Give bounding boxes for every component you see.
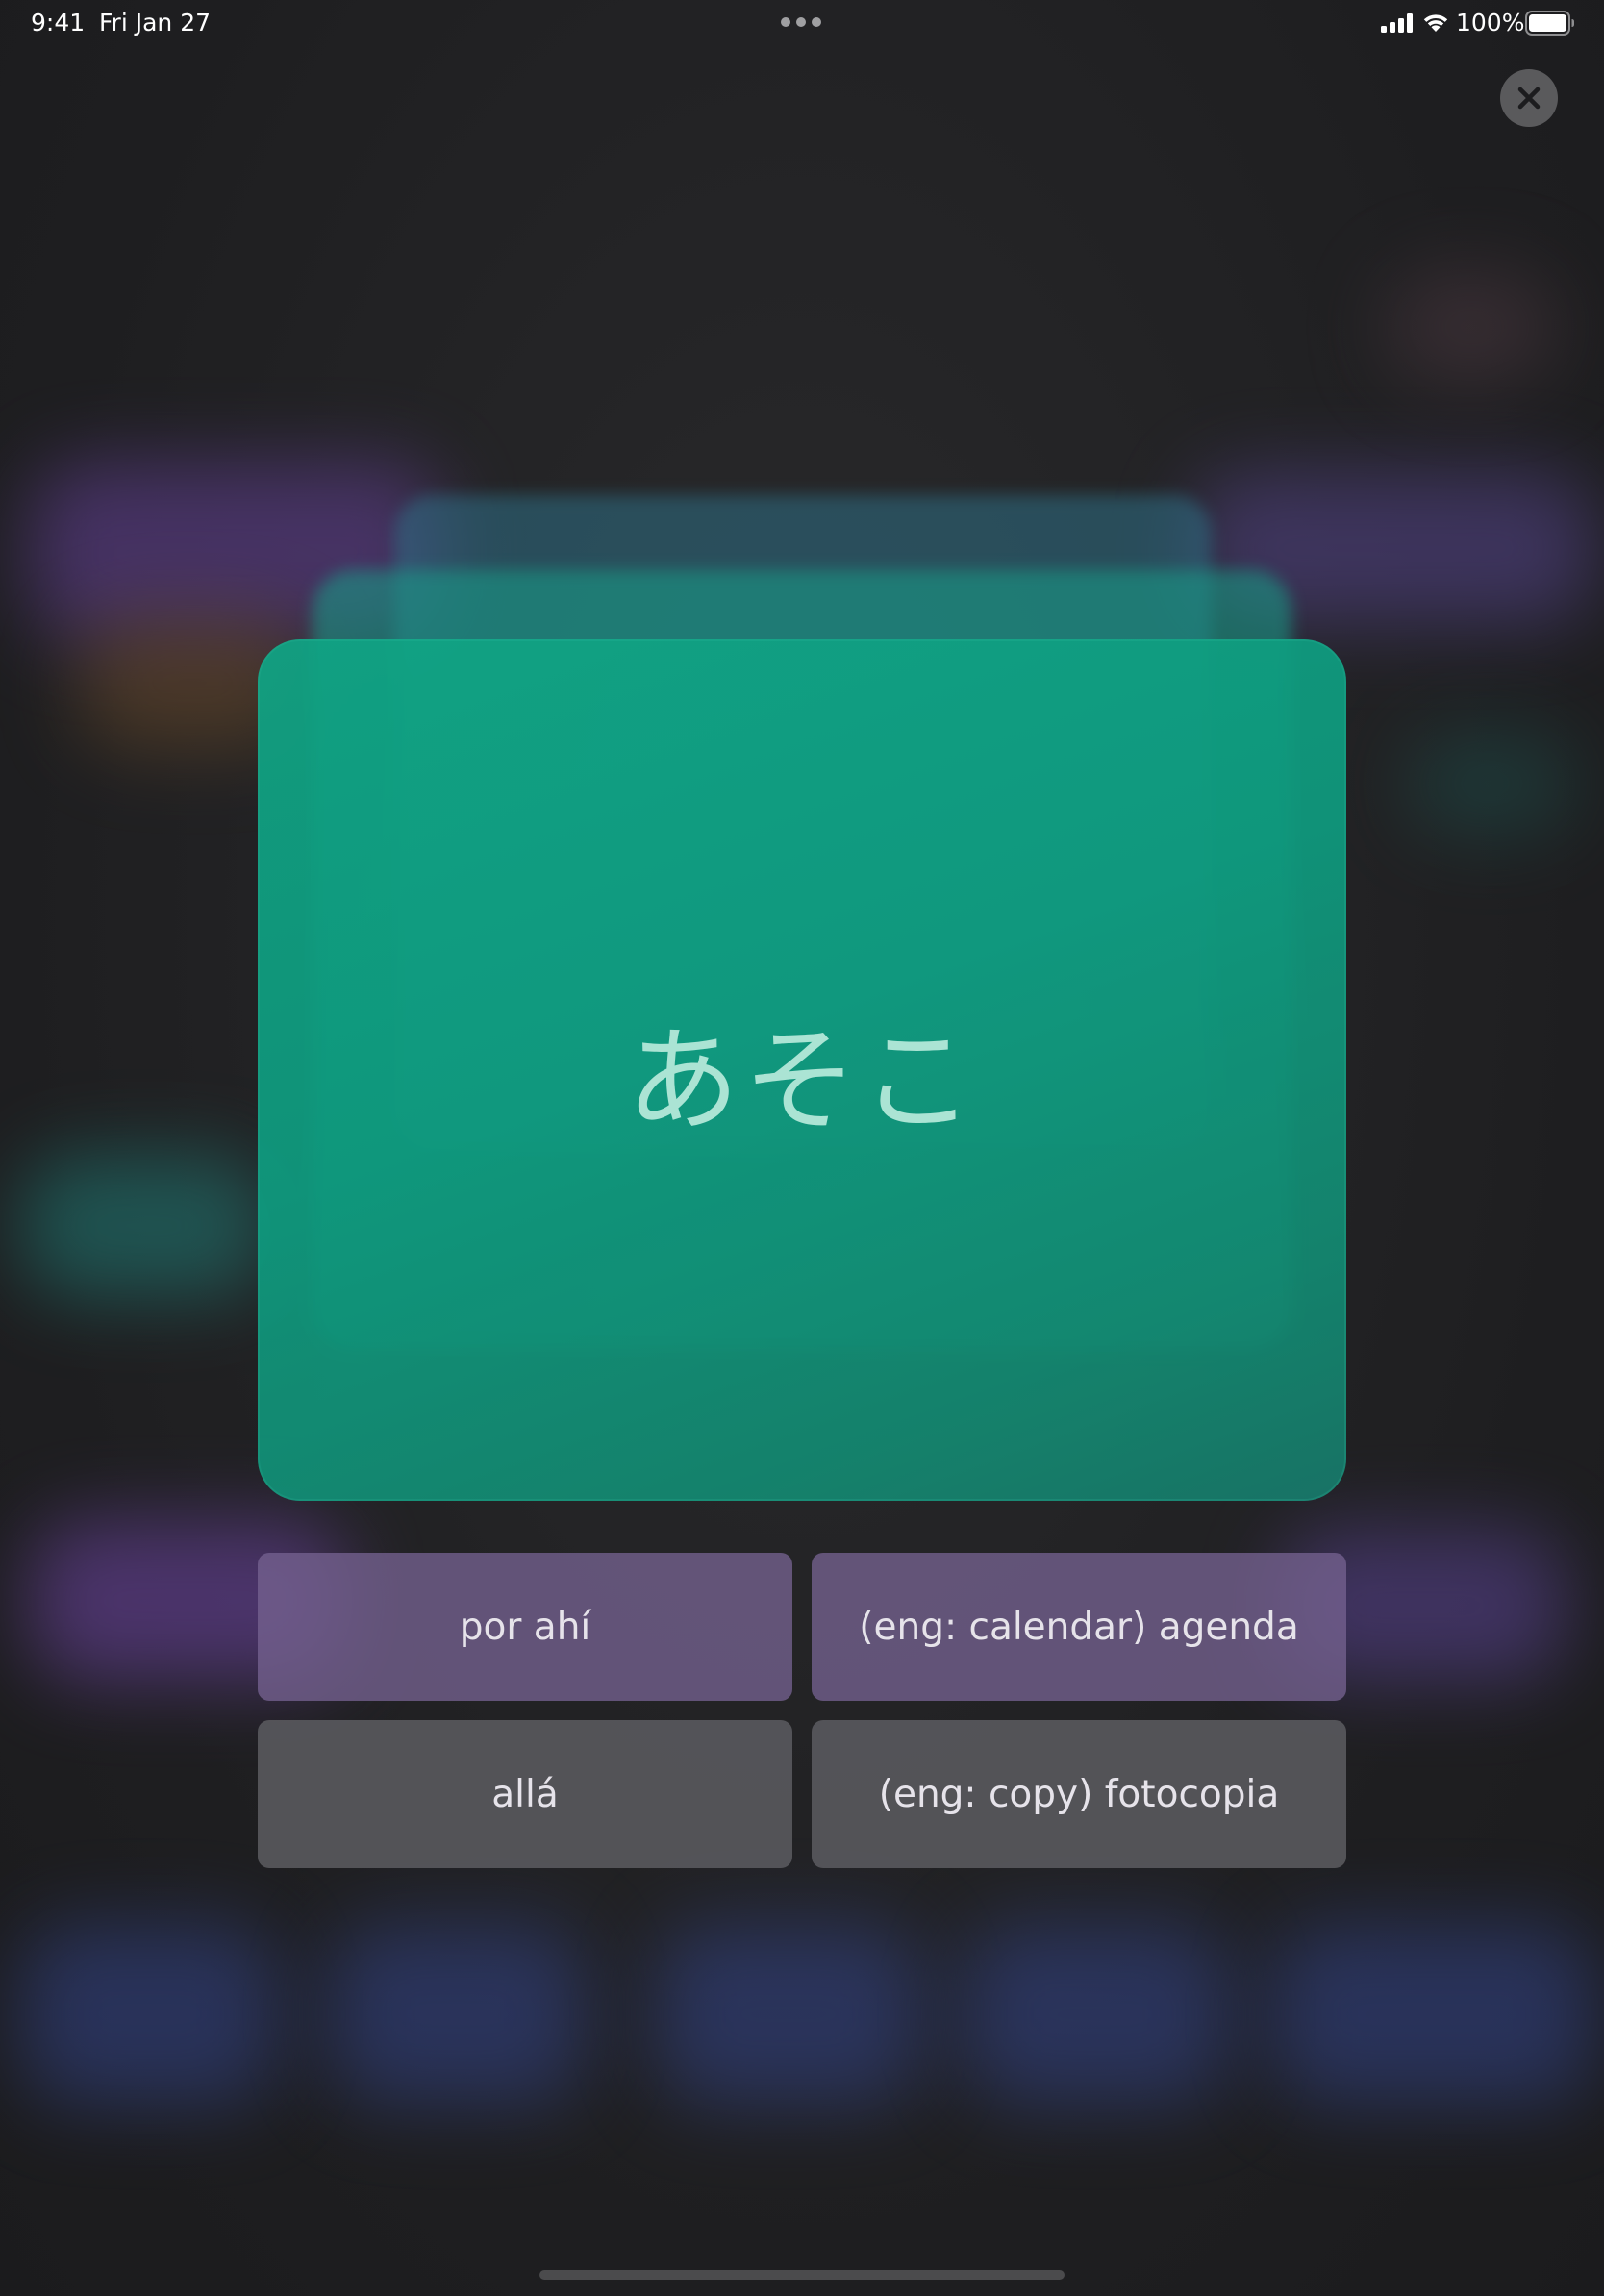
background-blur — [1269, 1923, 1596, 2106]
home-indicator[interactable] — [539, 2270, 1065, 2280]
flash-card[interactable]: あそこ — [258, 639, 1346, 1501]
answer-option-2[interactable]: (eng: calendar) agenda — [812, 1553, 1346, 1701]
close-button[interactable] — [1500, 69, 1558, 127]
battery-percentage: 100% — [1456, 9, 1525, 37]
wifi-icon — [1423, 14, 1448, 32]
answer-option-3[interactable]: allá — [258, 1720, 792, 1868]
status-time: 9:41 — [31, 9, 86, 37]
background-blur — [19, 1923, 279, 2106]
background-blur — [1385, 269, 1558, 385]
answer-option-4[interactable]: (eng: copy) fotocopia — [812, 1720, 1346, 1868]
flash-card-word: あそこ — [625, 1013, 978, 1147]
background-blur — [19, 1154, 269, 1298]
app-screen: 9:41 Fri Jan 27 100% あそこ por ahí (eng: c… — [0, 0, 1604, 2296]
background-blur — [654, 1923, 923, 2106]
background-blur — [327, 1923, 587, 2106]
status-bar: 9:41 Fri Jan 27 100% — [0, 0, 1604, 46]
cellular-signal-icon — [1381, 13, 1413, 33]
answer-option-1[interactable]: por ahí — [258, 1553, 792, 1701]
status-date: Fri Jan 27 — [99, 9, 212, 37]
close-icon — [1517, 87, 1541, 110]
battery-icon — [1525, 11, 1574, 36]
ellipsis-icon[interactable] — [781, 17, 823, 27]
background-blur — [1404, 731, 1577, 836]
background-blur — [962, 1923, 1231, 2106]
